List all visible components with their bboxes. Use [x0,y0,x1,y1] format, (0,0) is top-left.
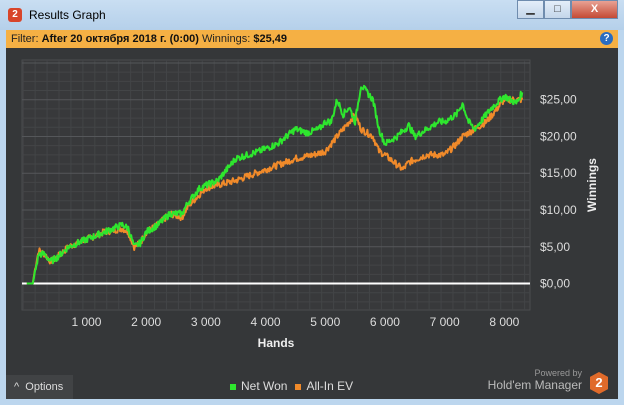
options-label: Options [25,381,64,393]
y-tick-label: $5,00 [540,240,570,254]
legend: Net Won All-In EV [230,379,353,393]
x-tick-label: 6 000 [370,315,400,329]
x-tick-label: 3 000 [191,315,221,329]
legend-net-won[interactable]: Net Won [230,379,287,393]
results-chart: 1 000 2 000 3 000 4 000 5 000 6 000 7 000 8 000… [21,59,599,350]
legend-label: Net Won [241,379,288,393]
plot-area [21,59,531,311]
y-tick-label: $20,00 [540,129,577,143]
net-won-swatch [230,383,236,390]
x-tick-label: 7 000 [430,315,460,329]
chevron-up-icon: ^ [14,381,20,393]
powered-by: Powered by [534,368,582,378]
all-in-ev-swatch [295,383,302,390]
brand: Powered by Hold'em Manager [488,368,582,392]
y-tick-label: $10,00 [540,203,577,217]
x-tick-label: 4 000 [251,315,281,329]
y-tick-label: $0,00 [540,277,570,291]
legend-label: All-In EV [306,379,354,393]
brand-name: Hold'em Manager [487,378,582,392]
x-tick-label: 8 000 [489,315,519,329]
x-tick-label: 5 000 [310,315,340,329]
legend-all-in-ev[interactable]: All-In EV [295,379,353,393]
y-axis-title: Winnings [585,158,599,212]
x-tick-label: 1 000 [71,315,101,329]
y-tick-label: $25,00 [540,93,577,107]
x-axis-title: Hands [258,336,295,350]
options-button[interactable]: ^ Options [6,375,73,399]
y-tick-label: $15,00 [540,166,577,180]
x-tick-label: 2 000 [131,315,161,329]
